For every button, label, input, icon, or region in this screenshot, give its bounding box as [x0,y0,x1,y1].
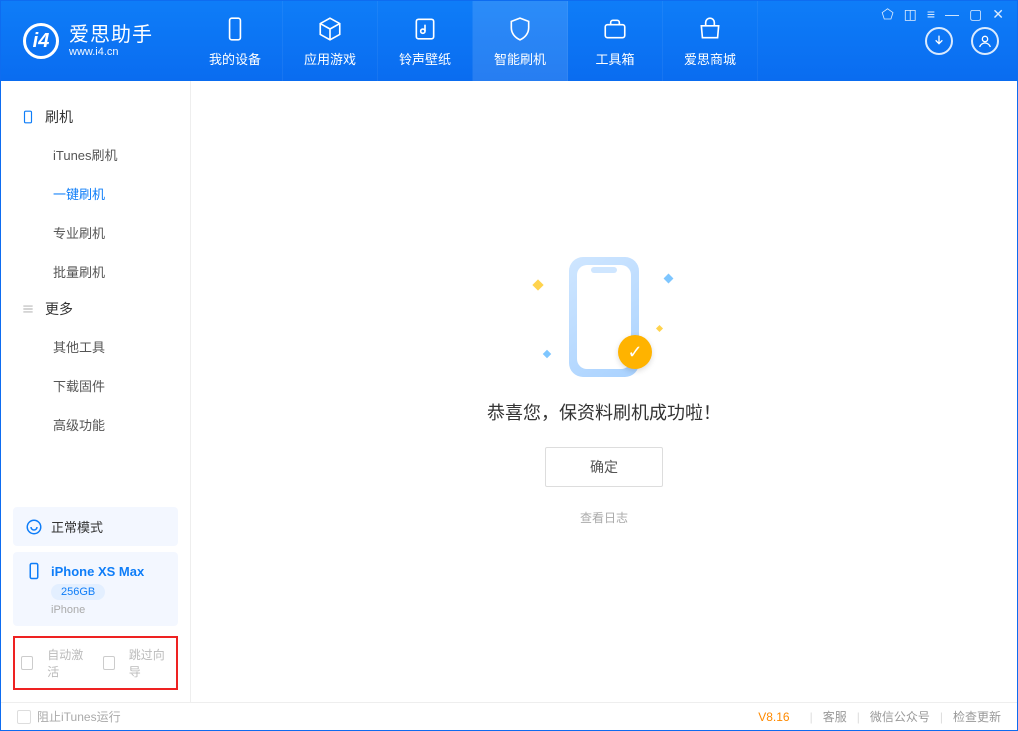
footer-link-wechat[interactable]: 微信公众号 [870,708,930,725]
sidebar-item-pro-flash[interactable]: 专业刷机 [1,213,190,252]
nav-label: 我的设备 [209,49,261,68]
view-log-link[interactable]: 查看日志 [580,509,628,526]
app-logo: i4 爱思助手 www.i4.cn [23,23,188,59]
sidebar-item-batch-flash[interactable]: 批量刷机 [1,252,190,291]
menu-icon[interactable]: ≡ [927,6,935,23]
toolbox-icon [601,15,629,43]
success-illustration: ✓ [514,257,694,377]
version-label: V8.16 [758,710,789,724]
mode-label: 正常模式 [51,517,103,536]
window-controls: ⬠ ◫ ≡ — ▢ ✕ [881,6,1004,23]
feedback-icon[interactable]: ⬠ [881,6,893,23]
nav-label: 爱思商城 [684,49,736,68]
skin-icon[interactable]: ◫ [904,6,917,23]
device-name: iPhone XS Max [51,564,144,579]
shield-icon [506,15,534,43]
app-header: i4 爱思助手 www.i4.cn 我的设备 应用游戏 铃声壁纸 智能刷机 工具… [1,1,1017,81]
cube-icon [316,15,344,43]
device-capacity: 256GB [51,584,105,600]
phone-icon [25,562,43,580]
label-skip-guide: 跳过向导 [129,646,170,680]
label-auto-activate: 自动激活 [47,646,88,680]
maximize-button[interactable]: ▢ [969,6,982,23]
sidebar: 刷机 iTunes刷机 一键刷机 专业刷机 批量刷机 更多 其他工具 下载固件 … [1,81,191,702]
top-nav: 我的设备 应用游戏 铃声壁纸 智能刷机 工具箱 爱思商城 [188,1,758,81]
device-card[interactable]: iPhone XS Max 256GB iPhone [13,552,178,626]
refresh-icon [25,518,43,536]
nav-label: 铃声壁纸 [399,49,451,68]
device-icon [221,15,249,43]
label-block-itunes: 阻止iTunes运行 [37,708,121,725]
main-content: ✓ 恭喜您，保资料刷机成功啦！ 确定 查看日志 [191,81,1017,702]
minimize-button[interactable]: — [945,6,959,23]
check-badge-icon: ✓ [618,335,652,369]
sidebar-item-itunes-flash[interactable]: iTunes刷机 [1,135,190,174]
nav-toolbox[interactable]: 工具箱 [568,1,663,81]
sidebar-item-other-tools[interactable]: 其他工具 [1,327,190,366]
checkbox-skip-guide[interactable] [103,656,115,670]
checkbox-block-itunes[interactable] [17,710,31,724]
nav-label: 智能刷机 [494,49,546,68]
checkbox-auto-activate[interactable] [21,656,33,670]
nav-my-device[interactable]: 我的设备 [188,1,283,81]
nav-label: 应用游戏 [304,49,356,68]
download-button[interactable] [925,27,953,55]
logo-icon: i4 [23,23,59,59]
sidebar-group-more: 更多 [1,291,190,327]
app-subtitle: www.i4.cn [69,46,153,58]
sidebar-item-oneclick-flash[interactable]: 一键刷机 [1,174,190,213]
music-icon [411,15,439,43]
sidebar-group-flash: 刷机 [1,99,190,135]
device-type: iPhone [25,604,85,616]
ok-button[interactable]: 确定 [545,447,663,487]
mode-card[interactable]: 正常模式 [13,507,178,546]
nav-label: 工具箱 [595,49,634,68]
close-button[interactable]: ✕ [992,6,1004,23]
nav-apps[interactable]: 应用游戏 [283,1,378,81]
status-bar: 阻止iTunes运行 V8.16 | 客服 | 微信公众号 | 检查更新 [1,702,1017,730]
footer-link-update[interactable]: 检查更新 [953,708,1001,725]
flash-options: 自动激活 跳过向导 [13,636,178,690]
sidebar-item-advanced[interactable]: 高级功能 [1,405,190,444]
nav-flash[interactable]: 智能刷机 [473,1,568,81]
app-title: 爱思助手 [69,24,153,46]
success-message: 恭喜您，保资料刷机成功啦！ [487,399,721,425]
nav-store[interactable]: 爱思商城 [663,1,758,81]
nav-ringtones[interactable]: 铃声壁纸 [378,1,473,81]
sidebar-item-download-firmware[interactable]: 下载固件 [1,366,190,405]
account-button[interactable] [971,27,999,55]
footer-link-support[interactable]: 客服 [823,708,847,725]
store-icon [696,15,724,43]
